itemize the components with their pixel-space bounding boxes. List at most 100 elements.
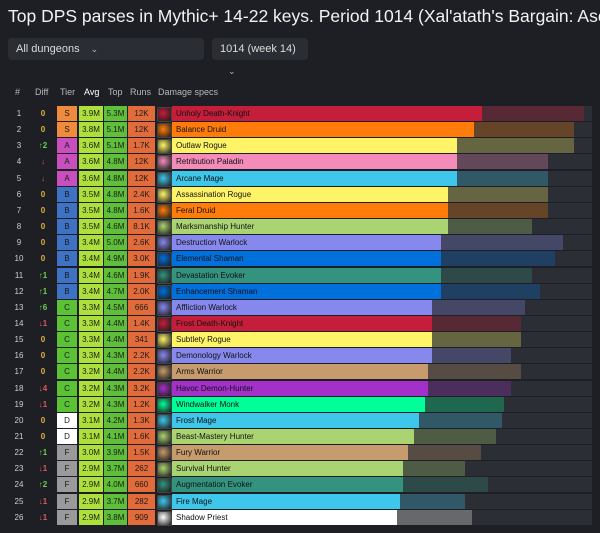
spec-name[interactable]: Outlaw Rogue: [176, 138, 227, 153]
tier-badge: F: [57, 477, 77, 493]
row-index: 14: [14, 318, 24, 328]
runs-value: 2.6K: [128, 235, 155, 251]
runs-value: 1.6K: [128, 429, 155, 444]
spec-icon: [157, 381, 172, 397]
avg-value: 3.6M: [79, 170, 103, 186]
table-row[interactable]: 23 ↓1 F 2.9M 3.7M 262 Survival Hunter: [0, 461, 600, 478]
column-header-top[interactable]: Top: [108, 87, 123, 97]
table-row[interactable]: 13 ↑6 C 3.3M 4.5M 666 Affliction Warlock: [0, 299, 600, 316]
dungeon-select[interactable]: All dungeons ⌄: [8, 38, 204, 60]
table-row[interactable]: 7 0 B 3.5M 4.8M 1.6K Feral Druid: [0, 202, 600, 219]
spec-name[interactable]: Windwalker Monk: [176, 397, 239, 412]
table-row[interactable]: 21 0 D 3.1M 4.1M 1.6K Beast-Mastery Hunter: [0, 429, 600, 445]
avg-value: 3.5M: [79, 219, 103, 235]
period-select[interactable]: 1014 (week 14) ⌄: [212, 38, 308, 76]
tier-badge: B: [57, 186, 77, 202]
runs-value: 12K: [128, 170, 155, 186]
spec-name[interactable]: Fury Warrior: [176, 445, 220, 460]
table-row[interactable]: 22 ↑1 F 3.0M 3.9M 1.5K Fury Warrior: [0, 445, 600, 462]
spec-icon: [157, 300, 172, 316]
avg-value: 3.9M: [79, 106, 103, 121]
spec-name[interactable]: Frost Death-Knight: [176, 316, 243, 331]
chevron-down-icon: ⌄: [90, 44, 99, 54]
table-row[interactable]: 18 ↓4 C 3.2M 4.3M 3.2K Havoc Demon-Hunter: [0, 380, 600, 397]
table-row[interactable]: 6 0 B 3.5M 4.8M 2.4K Assassination Rogue: [0, 186, 600, 203]
spec-name[interactable]: Arms Warrior: [176, 364, 223, 379]
table-row[interactable]: 9 0 B 3.4M 5.0M 2.6K Destruction Warlock: [0, 235, 600, 252]
avg-value: 3.3M: [79, 315, 103, 331]
spec-name[interactable]: Fire Mage: [176, 494, 212, 509]
table-row[interactable]: 8 0 B 3.5M 4.6M 8.1K Marksmanship Hunter: [0, 219, 600, 236]
table-row[interactable]: 17 0 C 3.2M 4.4M 2.2K Arms Warrior: [0, 364, 600, 381]
column-header-avg[interactable]: Avg: [84, 87, 99, 97]
spec-name[interactable]: Unholy Death-Knight: [176, 106, 250, 121]
tier-badge: B: [57, 251, 77, 267]
top-value: 4.8M: [104, 154, 127, 170]
table-row[interactable]: 15 0 C 3.3M 4.4M 341 Subtlety Rogue: [0, 332, 600, 349]
tier-badge: B: [57, 219, 77, 235]
spec-name[interactable]: Beast-Mastery Hunter: [176, 429, 254, 444]
runs-value: 1.7K: [128, 138, 155, 154]
table-row[interactable]: 3 ↑2 A 3.6M 5.1M 1.7K Outlaw Rogue: [0, 138, 600, 155]
table-row[interactable]: 20 0 D 3.1M 4.2M 1.3K Frost Mage: [0, 412, 600, 429]
spec-name[interactable]: Enhancement Shaman: [176, 284, 257, 299]
avg-value: 2.9M: [79, 477, 103, 493]
row-diff-value: 0: [40, 254, 46, 264]
spec-name[interactable]: Demonology Warlock: [176, 348, 252, 363]
column-header-tier[interactable]: Tier: [60, 87, 75, 97]
table-row[interactable]: 26 ↓1 F 2.9M 3.8M 909 Shadow Priest: [0, 509, 600, 526]
spec-icon: [157, 413, 172, 429]
tier-badge: C: [57, 364, 77, 380]
table-row[interactable]: 19 ↓1 C 3.2M 4.3M 1.2K Windwalker Monk: [0, 396, 600, 413]
spec-name[interactable]: Affliction Warlock: [176, 300, 237, 315]
row-diff-value: 2: [42, 141, 48, 151]
spec-name[interactable]: Arcane Mage: [176, 171, 224, 186]
runs-value: 2.2K: [128, 348, 155, 364]
row-index: 25: [14, 496, 24, 506]
row-diff-value: 0: [40, 415, 46, 425]
column-header-runs[interactable]: Runs: [130, 87, 151, 97]
table-row[interactable]: 16 0 C 3.3M 4.3M 2.2K Demonology Warlock: [0, 348, 600, 365]
column-header-diff[interactable]: Diff: [35, 87, 48, 97]
avg-value: 3.4M: [79, 235, 103, 251]
top-value: 3.7M: [104, 461, 127, 477]
arrow-down-icon: ↓: [41, 173, 45, 183]
page-title: Top DPS parses in Mythic+ 14-22 keys. Pe…: [8, 6, 600, 26]
spec-name[interactable]: Devastation Evoker: [176, 268, 245, 283]
spec-name[interactable]: Shadow Priest: [176, 510, 228, 525]
spec-name[interactable]: Subtlety Rogue: [176, 332, 231, 347]
spec-name[interactable]: Destruction Warlock: [176, 235, 247, 250]
table-row[interactable]: 24 ↑2 F 2.9M 4.0M 660 Augmentation Evoker: [0, 477, 600, 494]
table-row[interactable]: 14 ↓1 C 3.3M 4.4M 1.4K Frost Death-Knight: [0, 315, 600, 332]
spec-name[interactable]: Elemental Shaman: [176, 251, 244, 266]
table-row[interactable]: 25 ↓1 F 2.9M 3.7M 282 Fire Mage: [0, 493, 600, 510]
spec-name[interactable]: Balance Druid: [176, 122, 226, 137]
table-row[interactable]: 2 0 S 3.8M 5.1M 12K Balance Druid: [0, 122, 600, 139]
tier-badge: S: [57, 106, 77, 121]
top-value: 4.8M: [104, 186, 127, 202]
top-value: 4.4M: [104, 315, 127, 331]
row-diff: 0: [30, 106, 56, 121]
row-index: 8: [16, 222, 22, 232]
spec-icon: [157, 252, 172, 268]
table-row[interactable]: 1 0 S 3.9M 5.3M 12K Unholy Death-Knight: [0, 106, 600, 122]
top-value: 4.6M: [104, 267, 127, 283]
spec-name[interactable]: Survival Hunter: [176, 461, 231, 476]
spec-name[interactable]: Marksmanship Hunter: [176, 219, 254, 234]
runs-value: 1.6K: [128, 202, 155, 218]
table-row[interactable]: 4 ↓ A 3.6M 4.8M 12K Retribution Paladin: [0, 154, 600, 171]
spec-name[interactable]: Retribution Paladin: [176, 154, 244, 169]
table-row[interactable]: 12 ↑1 B 3.4M 4.7M 2.0K Enhancement Shaman: [0, 283, 600, 300]
spec-name[interactable]: Frost Mage: [176, 413, 216, 428]
spec-name[interactable]: Assassination Rogue: [176, 187, 251, 202]
avg-value: 3.6M: [79, 138, 103, 154]
runs-value: 282: [128, 493, 155, 509]
spec-name[interactable]: Feral Druid: [176, 203, 216, 218]
table-row[interactable]: 10 0 B 3.4M 4.9M 3.0K Elemental Shaman: [0, 251, 600, 268]
spec-name[interactable]: Augmentation Evoker: [176, 477, 253, 492]
avg-value: 3.1M: [79, 412, 103, 428]
spec-name[interactable]: Havoc Demon-Hunter: [176, 381, 253, 396]
table-row[interactable]: 11 ↑1 B 3.4M 4.6M 1.9K Devastation Evoker: [0, 267, 600, 284]
row-index: 26: [14, 512, 24, 522]
table-row[interactable]: 5 ↓ A 3.6M 4.8M 12K Arcane Mage: [0, 170, 600, 187]
